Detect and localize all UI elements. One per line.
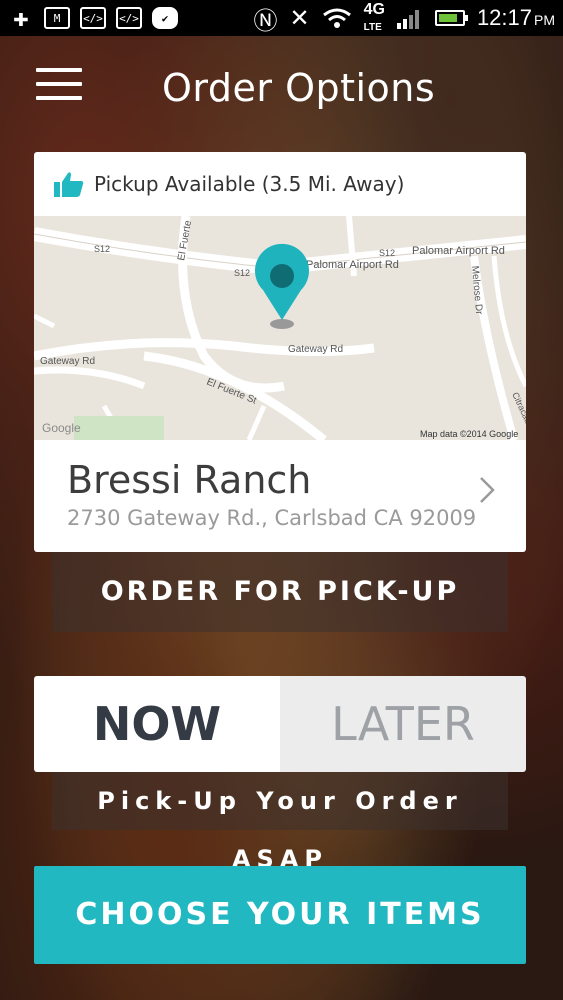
mute-icon: ✕: [289, 4, 310, 32]
later-option[interactable]: LATER: [280, 676, 526, 772]
location-name: Bressi Ranch: [67, 458, 312, 502]
clock: 12:17: [476, 5, 532, 30]
timing-toggle: NOW LATER: [34, 676, 526, 772]
google-logo: Google: [42, 421, 81, 435]
map-label: Palomar Airport Rd: [306, 259, 399, 271]
map-label: S12: [379, 248, 395, 258]
status-bar: ✚ M </> </> ✔ Ⓝ ✕ 4G LTE 12:17 PM: [0, 0, 563, 36]
pickup-status-row: Pickup Available (3.5 Mi. Away): [34, 152, 526, 216]
pickup-status-text: Pickup Available (3.5 Mi. Away): [94, 172, 405, 196]
nfc-icon: Ⓝ: [253, 7, 278, 35]
signal-icon: [396, 10, 419, 29]
map-label: S12: [94, 244, 110, 254]
map-label: S12: [234, 268, 250, 278]
map-label: Palomar Airport Rd: [412, 245, 505, 257]
app-header: Order Options: [0, 36, 563, 132]
map-label: Gateway Rd: [40, 356, 95, 367]
thumbs-up-icon: [54, 172, 84, 197]
location-address: 2730 Gateway Rd., Carlsbad CA 92009: [67, 506, 477, 530]
battery-icon: [434, 10, 468, 26]
plus-icon: ✚: [13, 3, 29, 33]
location-details[interactable]: Bressi Ranch 2730 Gateway Rd., Carlsbad …: [34, 440, 526, 552]
map-label: Gateway Rd: [288, 344, 343, 355]
code-icon: </>: [80, 7, 106, 29]
menu-icon[interactable]: [36, 68, 82, 102]
wifi-icon: [322, 8, 351, 28]
choose-items-button[interactable]: CHOOSE YOUR ITEMS: [34, 866, 526, 964]
chevron-right-icon: [480, 477, 495, 503]
map[interactable]: S12 S12 S12 Palomar Airport Rd Palomar A…: [34, 216, 526, 440]
map-attribution: Map data ©2014 Google: [420, 429, 518, 439]
order-pickup-button[interactable]: ORDER FOR PICK-UP: [52, 552, 508, 632]
location-card: Pickup Available (3.5 Mi. Away) S12 S12 …: [34, 152, 526, 552]
check-bubble-icon: ✔: [152, 7, 178, 29]
clock-ampm: PM: [534, 12, 555, 28]
asap-label: Pick-Up Your Order ASAP: [52, 772, 508, 873]
network-type: 4G LTE: [363, 1, 385, 33]
code-icon: </>: [116, 7, 142, 29]
now-option[interactable]: NOW: [34, 676, 280, 772]
gmail-icon: M: [44, 7, 70, 29]
page-title: Order Options: [162, 66, 436, 110]
